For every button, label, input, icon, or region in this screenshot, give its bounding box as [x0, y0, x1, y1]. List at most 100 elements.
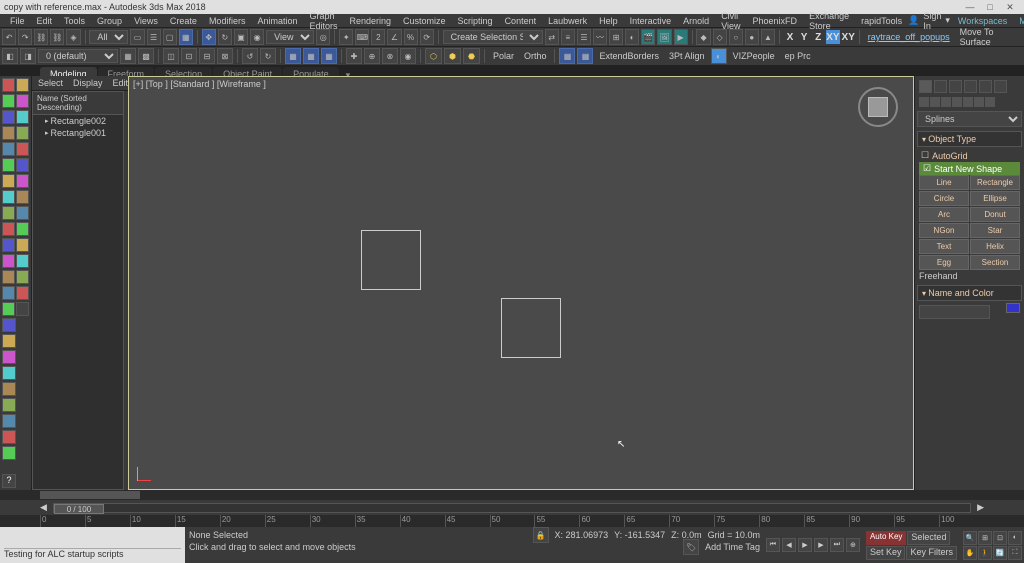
place-button[interactable]: ◉ [250, 29, 264, 45]
scale-button[interactable]: ▣ [234, 29, 248, 45]
spacewarp-icon[interactable] [974, 97, 984, 107]
menu-exchange[interactable]: Exchange Store [803, 11, 855, 31]
polar-button[interactable]: Polar [489, 51, 518, 61]
rectangle001-shape[interactable] [501, 298, 561, 358]
color-swatch[interactable] [1006, 303, 1020, 313]
palette-btn-15[interactable] [2, 190, 15, 204]
ref-coord-system[interactable]: View [266, 30, 314, 44]
palette-btn-11[interactable] [2, 158, 15, 172]
display-tab[interactable] [979, 80, 992, 93]
move-button[interactable]: ✥ [202, 29, 216, 45]
menu-grapheditors[interactable]: Graph Editors [303, 11, 343, 31]
goto-end-button[interactable]: ⏭ [830, 538, 844, 552]
render-setup-button[interactable]: 🎬 [641, 29, 655, 45]
timeline-prev-icon[interactable]: ◀ [40, 502, 47, 513]
palette-btn-27[interactable] [2, 286, 15, 300]
snap-angle-button[interactable]: ∠ [387, 29, 401, 45]
select-button[interactable]: ▭ [130, 29, 144, 45]
palette-btn-7[interactable] [2, 126, 15, 140]
timeline-next-icon[interactable]: ▶ [977, 502, 984, 513]
toolbar-icon-d[interactable]: ● [745, 29, 759, 45]
toolbar-icon-a[interactable]: ◆ [696, 29, 710, 45]
link-button[interactable]: ⛓ [34, 29, 48, 45]
donut-button[interactable]: Donut [970, 207, 1020, 222]
tool-n[interactable]: ✚ [346, 48, 362, 64]
tool-k[interactable]: ▦ [285, 48, 301, 64]
menu-arnold[interactable]: Arnold [677, 16, 715, 26]
selection-filter[interactable]: All [89, 30, 128, 44]
cameras-icon[interactable] [952, 97, 962, 107]
menu-edit[interactable]: Edit [31, 16, 59, 26]
menu-customize[interactable]: Customize [397, 16, 452, 26]
menu-scripting[interactable]: Scripting [452, 16, 499, 26]
palette-btn-24[interactable] [16, 254, 29, 268]
raytrace-link[interactable]: raytrace_off_popups [864, 32, 954, 42]
systems-icon[interactable] [985, 97, 995, 107]
tool-q[interactable]: ◉ [400, 48, 416, 64]
schematic-button[interactable]: ⊞ [609, 29, 623, 45]
viewport[interactable]: [+] [Top ] [Standard ] [Wireframe ] ↖ [128, 76, 914, 490]
palette-btn-18[interactable] [16, 206, 29, 220]
auto-key-button[interactable]: Auto Key [866, 531, 906, 545]
tool-f[interactable]: ⊡ [181, 48, 197, 64]
menu-tools[interactable]: Tools [58, 16, 91, 26]
palette-btn-9[interactable] [2, 142, 15, 156]
manipulate-button[interactable]: ✦ [339, 29, 353, 45]
palette-btn-23[interactable] [2, 254, 15, 268]
time-thumb[interactable]: 0 / 100 [54, 504, 104, 514]
bind-button[interactable]: ◈ [66, 29, 80, 45]
object-name-input[interactable] [919, 305, 990, 319]
menu-content[interactable]: Content [499, 16, 543, 26]
unlink-button[interactable]: ⛓ [50, 29, 64, 45]
modify-tab[interactable] [934, 80, 947, 93]
mirror-button[interactable]: ⇄ [545, 29, 559, 45]
palette-btn-16[interactable] [16, 190, 29, 204]
named-selection-set[interactable]: Create Selection Se [443, 30, 543, 44]
tool-w[interactable]: ◐ [711, 48, 727, 64]
tool-a[interactable]: ◧ [2, 48, 18, 64]
select-mode[interactable]: Select [38, 78, 63, 88]
palette-btn-33[interactable] [2, 350, 16, 364]
palette-btn-30[interactable] [16, 302, 29, 316]
snap-2d-button[interactable]: 2 [371, 29, 385, 45]
start-new-shape-checkbox[interactable]: ☑Start New Shape [919, 162, 1020, 175]
curve-editor-button[interactable]: 〰 [593, 29, 607, 45]
text-button[interactable]: Text [919, 239, 969, 254]
pivot-center-button[interactable]: ◎ [316, 29, 330, 45]
tool-v[interactable]: ▦ [577, 48, 593, 64]
freehand-button[interactable]: Freehand [919, 271, 1020, 281]
helix-button[interactable]: Helix [970, 239, 1020, 254]
axis-y[interactable]: Y [798, 30, 810, 44]
menu-group[interactable]: Group [91, 16, 128, 26]
tool-r[interactable]: ⬡ [425, 48, 442, 64]
select-region-button[interactable]: ▢ [163, 29, 177, 45]
menu-views[interactable]: Views [128, 16, 164, 26]
palette-btn-22[interactable] [16, 238, 29, 252]
lights-icon[interactable] [941, 97, 951, 107]
star-button[interactable]: Star [970, 223, 1020, 238]
menu-rapidtools[interactable]: rapidTools [855, 16, 908, 26]
scene-item-rectangle001[interactable]: Rectangle001 [33, 127, 123, 139]
undo-button[interactable]: ↶ [2, 29, 16, 45]
key-target-dropdown[interactable]: Selected [907, 531, 950, 545]
egg-button[interactable]: Egg [919, 255, 969, 270]
palette-btn-36[interactable] [2, 398, 16, 412]
tool-e[interactable]: ◫ [163, 48, 179, 64]
palette-btn-5[interactable] [2, 110, 15, 124]
goto-start-button[interactable]: ⏮ [766, 538, 780, 552]
toolbar-icon-b[interactable]: ◇ [713, 29, 727, 45]
helpers-icon[interactable] [963, 97, 973, 107]
palette-btn-6[interactable] [16, 110, 29, 124]
toolbar-icon-e[interactable]: ▲ [761, 29, 775, 45]
axis-x[interactable]: X [784, 30, 796, 44]
section-button[interactable]: Section [970, 255, 1020, 270]
autogrid-checkbox[interactable]: ☐AutoGrid [919, 149, 1020, 162]
redo-button[interactable]: ↷ [18, 29, 32, 45]
nav-zoom-all[interactable]: ⊞ [978, 531, 992, 545]
time-slider[interactable]: ◀ 0 / 100 ▶ [0, 500, 1024, 515]
menu-rendering[interactable]: Rendering [344, 16, 398, 26]
scene-item-rectangle002[interactable]: Rectangle002 [33, 115, 123, 127]
tool-c[interactable]: ▦ [120, 48, 136, 64]
palette-btn-32[interactable] [2, 334, 16, 348]
palette-btn-4[interactable] [16, 94, 29, 108]
